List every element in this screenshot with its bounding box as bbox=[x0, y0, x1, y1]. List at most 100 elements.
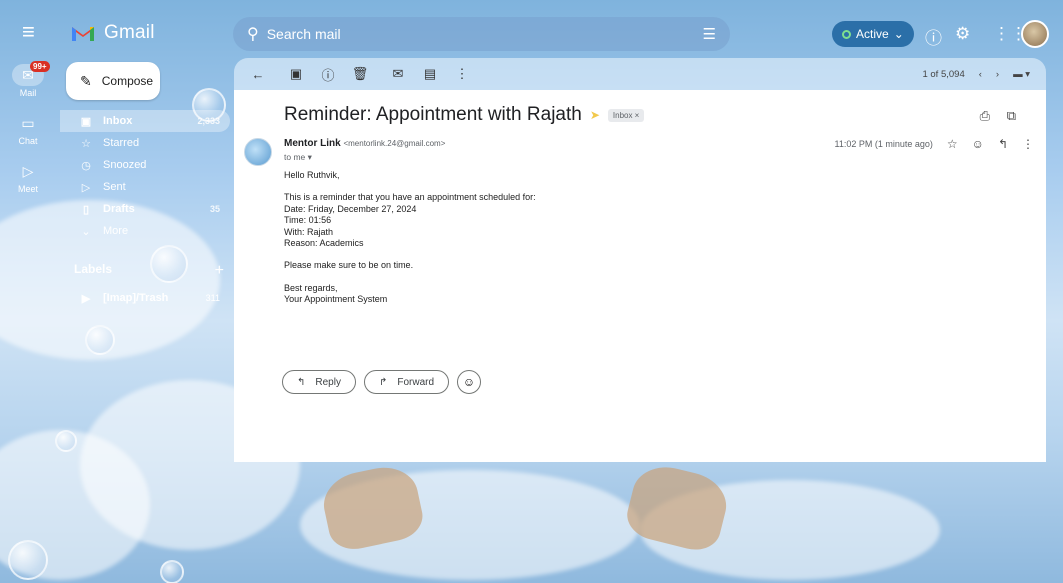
print-icon[interactable]: ⎙ bbox=[980, 108, 990, 124]
recipient-details[interactable]: to me ▾ bbox=[284, 152, 312, 163]
body-line: This is a reminder that you have an appo… bbox=[284, 192, 536, 203]
message-meta: 11:02 PM (1 minute ago) ☆ ☺ ↰ ⋮ bbox=[835, 137, 1034, 151]
label-count: 311 bbox=[205, 293, 220, 303]
sandal-decoration bbox=[622, 459, 733, 556]
search-bar[interactable]: ⚲ ☰ bbox=[233, 17, 730, 51]
mail-badge: 99+ bbox=[30, 61, 50, 72]
body-date: Date: Friday, December 27, 2024 bbox=[284, 203, 417, 214]
gmail-m-icon bbox=[72, 27, 94, 41]
reply-icon: ↰ bbox=[297, 376, 306, 388]
clock-icon: ◷ bbox=[81, 159, 91, 172]
rail-chat[interactable]: ▭ Chat bbox=[0, 112, 56, 146]
sender-name[interactable]: Mentor Link bbox=[284, 138, 341, 149]
inbox-icon: ▣ bbox=[80, 115, 92, 128]
next-chevron-icon[interactable]: › bbox=[996, 69, 999, 80]
open-new-window-icon[interactable]: ⧉ bbox=[1007, 108, 1016, 124]
video-icon: ▷ bbox=[22, 163, 34, 179]
settings-gear-icon[interactable]: ⚙ bbox=[955, 24, 970, 44]
more-vert-icon[interactable]: ⋮ bbox=[1022, 137, 1034, 151]
nav-item-starred[interactable]: ☆ Starred bbox=[60, 132, 230, 154]
search-icon[interactable]: ⚲ bbox=[247, 24, 259, 44]
nav-label: More bbox=[103, 225, 129, 237]
add-label-icon[interactable]: + bbox=[215, 262, 224, 280]
search-input[interactable] bbox=[266, 26, 647, 42]
nav-count: 2,333 bbox=[197, 116, 220, 126]
search-options-icon[interactable]: ☰ bbox=[703, 25, 716, 43]
status-dot-icon bbox=[842, 29, 851, 39]
more-vert-icon[interactable]: ⋮ bbox=[450, 62, 474, 86]
nav-label: Drafts bbox=[103, 203, 135, 215]
body-with: With: Rajath bbox=[284, 226, 334, 237]
label-tag-icon: ▶ bbox=[81, 292, 91, 305]
reply-button[interactable]: ↰ Reply bbox=[282, 370, 356, 394]
emoji-reaction-icon[interactable]: ☺ bbox=[972, 137, 984, 151]
report-spam-icon[interactable]: ⓘ bbox=[316, 62, 340, 86]
body-greeting: Hello Ruthvik, bbox=[284, 170, 340, 180]
send-icon: ▷ bbox=[81, 181, 91, 194]
importance-marker-icon[interactable]: ➤ bbox=[590, 108, 600, 122]
labels-heading: Labels bbox=[74, 262, 113, 276]
rail-mail-label: Mail bbox=[19, 88, 37, 98]
rail-mail[interactable]: ✉ 99+ Mail bbox=[0, 61, 56, 98]
body-line: Please make sure to be on time. bbox=[284, 260, 414, 271]
nav-label: Inbox bbox=[103, 115, 133, 127]
sender-avatar[interactable] bbox=[244, 138, 272, 166]
move-to-icon[interactable]: ▤ bbox=[418, 62, 442, 86]
message-body: Hello Ruthvik, This is a reminder that y… bbox=[284, 170, 536, 306]
folder-nav: ▣ Inbox 2,333 ☆ Starred ◷ Snoozed ▷ Sent… bbox=[60, 110, 230, 242]
top-bar: ≡ Gmail ⚲ ☰ Active ⌄ ⓘ ⚙ ⋮⋮ bbox=[0, 0, 1063, 64]
nav-label: Sent bbox=[103, 181, 126, 193]
pencil-icon: ✎ bbox=[80, 72, 92, 89]
labels-header: Labels + bbox=[74, 262, 224, 280]
nav-item-sent[interactable]: ▷ Sent bbox=[60, 176, 230, 198]
chevron-down-icon: ⌄ bbox=[81, 225, 91, 238]
account-avatar[interactable] bbox=[1021, 20, 1049, 48]
bubble-decoration bbox=[55, 430, 77, 452]
bubble-decoration bbox=[160, 560, 184, 583]
gmail-logo[interactable]: Gmail bbox=[70, 22, 155, 44]
app-name: Gmail bbox=[104, 22, 155, 43]
back-arrow-icon[interactable]: ← bbox=[246, 62, 270, 86]
help-icon[interactable]: ⓘ bbox=[925, 24, 942, 49]
subject-row: Reminder: Appointment with Rajath ➤ Inbo… bbox=[284, 104, 645, 126]
input-tools-icon[interactable]: ▬ ▾ bbox=[1013, 69, 1030, 80]
label-item-trash[interactable]: ▶ [Imap]/Trash 311 bbox=[60, 288, 230, 308]
nav-item-drafts[interactable]: ▯ Drafts 35 bbox=[60, 198, 230, 220]
body-signature: Your Appointment System bbox=[284, 294, 388, 305]
forward-icon: ↱ bbox=[378, 376, 388, 388]
message-panel: Reminder: Appointment with Rajath ➤ Inbo… bbox=[234, 90, 1046, 462]
message-toolbar: ← ▣ ⓘ 🗑 ✉ ▤ ⋮ 1 of 5,094 ‹ › ▬ ▾ bbox=[234, 58, 1046, 90]
inbox-label-chip[interactable]: Inbox × bbox=[607, 108, 645, 122]
rail-meet[interactable]: ▷ Meet bbox=[0, 160, 56, 194]
sender-email: <mentorlink.24@gmail.com> bbox=[343, 139, 446, 148]
bubble-decoration bbox=[8, 540, 48, 580]
emoji-react-button[interactable]: ☺ bbox=[457, 370, 482, 394]
reply-label: Reply bbox=[315, 376, 341, 388]
main-menu-icon[interactable]: ≡ bbox=[22, 21, 44, 43]
reply-actions: ↰ Reply ↱ Forward ☺ bbox=[282, 370, 482, 394]
nav-label: Starred bbox=[103, 137, 140, 149]
delete-icon[interactable]: 🗑 bbox=[348, 62, 372, 86]
status-selector[interactable]: Active ⌄ bbox=[832, 21, 914, 47]
chat-icon: ▭ bbox=[21, 115, 35, 131]
nav-item-more[interactable]: ⌄ More bbox=[60, 220, 230, 242]
label-name: [Imap]/Trash bbox=[103, 292, 169, 304]
archive-icon[interactable]: ▣ bbox=[284, 62, 308, 86]
sender-line: Mentor Link <mentorlink.24@gmail.com> bbox=[284, 138, 445, 149]
nav-item-snoozed[interactable]: ◷ Snoozed bbox=[60, 154, 230, 176]
nav-item-inbox[interactable]: ▣ Inbox 2,333 bbox=[60, 110, 230, 132]
bubble-decoration bbox=[85, 325, 115, 355]
message-time: 11:02 PM (1 minute ago) bbox=[834, 139, 933, 149]
star-icon[interactable]: ☆ bbox=[947, 137, 958, 151]
message-subject: Reminder: Appointment with Rajath bbox=[284, 104, 582, 125]
nav-count: 35 bbox=[209, 204, 220, 214]
mark-unread-icon[interactable]: ✉ bbox=[386, 62, 410, 86]
prev-chevron-icon[interactable]: ‹ bbox=[979, 69, 982, 80]
compose-label: Compose bbox=[101, 74, 154, 88]
compose-button[interactable]: ✎ Compose bbox=[66, 62, 160, 100]
forward-button[interactable]: ↱ Forward bbox=[363, 370, 450, 394]
chevron-down-icon: ⌄ bbox=[893, 27, 904, 41]
reply-icon[interactable]: ↰ bbox=[998, 137, 1008, 151]
left-rail: ✉ 99+ Mail ▭ Chat ▷ Meet bbox=[0, 61, 56, 208]
body-time: Time: 01:56 bbox=[284, 215, 332, 226]
